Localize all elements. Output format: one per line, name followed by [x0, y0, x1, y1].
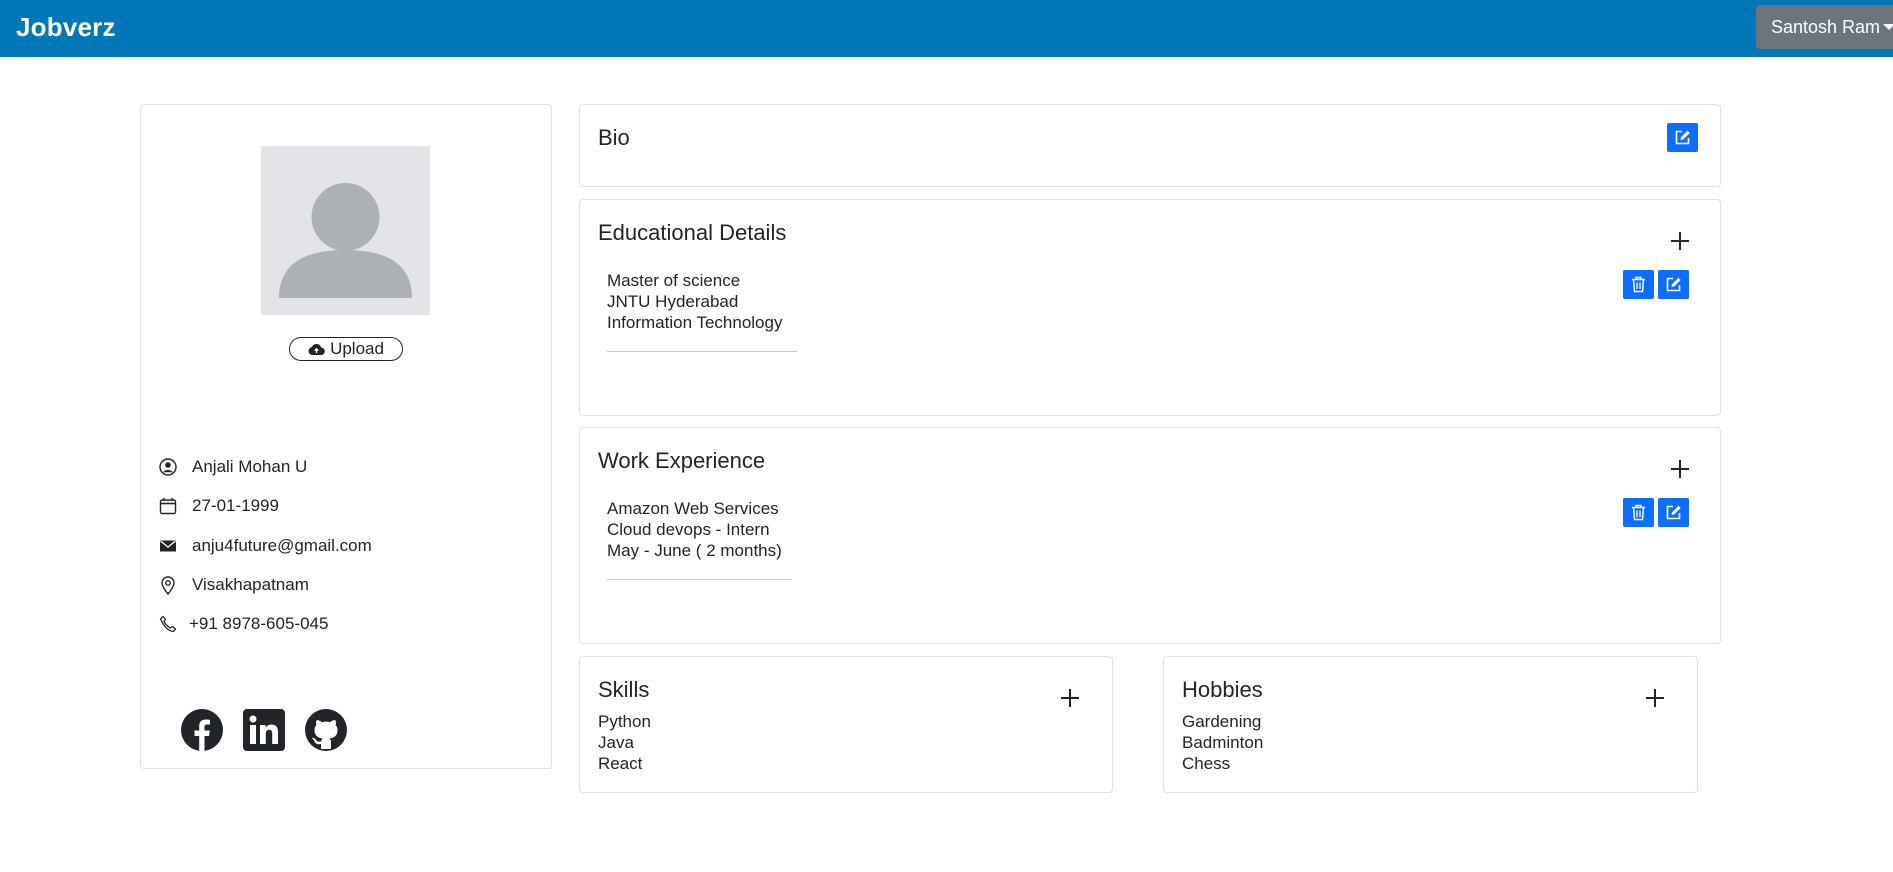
person-circle-icon [158, 457, 178, 477]
plus-icon [1646, 689, 1664, 707]
github-icon[interactable] [305, 709, 347, 751]
user-name: Santosh Ram [1771, 16, 1881, 37]
experience-divider [607, 579, 792, 580]
skill-item: Java [598, 733, 634, 752]
bio-title: Bio [598, 125, 630, 150]
hobby-item: Chess [1182, 754, 1231, 773]
cloud-upload-icon [308, 343, 325, 355]
hobby-item: Gardening [1182, 712, 1262, 731]
skill-item: Python [598, 712, 651, 731]
pencil-square-icon [1675, 130, 1690, 145]
trash-icon [1632, 276, 1645, 293]
profile-name: Anjali Mohan U [192, 457, 308, 476]
bio-card: Bio [579, 104, 1721, 187]
profile-location: Visakhapatnam [192, 575, 309, 594]
phone-icon [158, 614, 178, 634]
profile-location-row: Visakhapatnam [158, 575, 309, 595]
edit-experience-button[interactable] [1658, 498, 1689, 527]
delete-education-button[interactable] [1623, 270, 1654, 299]
user-placeholder-icon [279, 183, 412, 298]
plus-icon [1671, 232, 1689, 250]
envelope-icon [158, 536, 178, 556]
edit-education-button[interactable] [1658, 270, 1689, 299]
linkedin-icon[interactable] [243, 709, 285, 751]
edit-bio-button[interactable] [1667, 123, 1698, 152]
hobby-item: Badminton [1182, 733, 1264, 752]
calendar-icon [158, 496, 178, 516]
education-card: Educational Details Master of science JN… [579, 199, 1721, 416]
profile-dob: 27-01-1999 [192, 496, 279, 515]
location-pin-icon [158, 575, 178, 595]
skill-item: React [598, 754, 643, 773]
pencil-square-icon [1666, 505, 1681, 520]
pencil-square-icon [1666, 277, 1681, 292]
education-institution: JNTU Hyderabad [607, 292, 739, 311]
experience-title: Work Experience [598, 448, 766, 473]
education-divider [607, 351, 797, 352]
profile-name-row: Anjali Mohan U [158, 457, 307, 477]
experience-role: Cloud devops - Intern [607, 520, 770, 539]
profile-dob-row: 27-01-1999 [158, 496, 279, 516]
delete-experience-button[interactable] [1623, 498, 1654, 527]
brand-logo[interactable]: Jobverz [16, 12, 116, 43]
profile-email-row: anju4future@gmail.com [158, 536, 372, 556]
plus-icon [1061, 689, 1079, 707]
chevron-down-icon [1883, 24, 1893, 30]
add-hobby-button[interactable] [1643, 686, 1667, 710]
hobbies-card: Hobbies Gardening Badminton Chess [1163, 656, 1698, 793]
avatar [261, 146, 430, 315]
education-title: Educational Details [598, 220, 787, 245]
plus-icon [1671, 460, 1689, 478]
profile-card: Upload Anjali Mohan U 27-01-1999 anju4fu… [140, 104, 552, 769]
trash-icon [1632, 504, 1645, 521]
facebook-icon[interactable] [181, 709, 223, 751]
add-experience-button[interactable] [1668, 457, 1692, 481]
profile-phone-row: +91 8978-605-045 [158, 614, 328, 634]
profile-phone: +91 8978-605-045 [189, 614, 329, 633]
upload-label: Upload [330, 339, 384, 358]
experience-card: Work Experience Amazon Web Services Clou… [579, 427, 1721, 644]
education-field: Information Technology [607, 313, 783, 332]
profile-email: anju4future@gmail.com [192, 536, 372, 555]
experience-company: Amazon Web Services [607, 499, 779, 518]
top-navbar: Jobverz Santosh Ram [0, 0, 1893, 57]
experience-period: May - June ( 2 months) [607, 541, 782, 560]
skills-title: Skills [598, 677, 650, 702]
add-skill-button[interactable] [1058, 686, 1082, 710]
hobbies-title: Hobbies [1182, 677, 1263, 702]
skills-card: Skills Python Java React [579, 656, 1113, 793]
education-degree: Master of science [607, 271, 741, 290]
add-education-button[interactable] [1668, 229, 1692, 253]
upload-button[interactable]: Upload [289, 337, 403, 361]
user-menu-dropdown[interactable]: Santosh Ram [1756, 5, 1893, 49]
